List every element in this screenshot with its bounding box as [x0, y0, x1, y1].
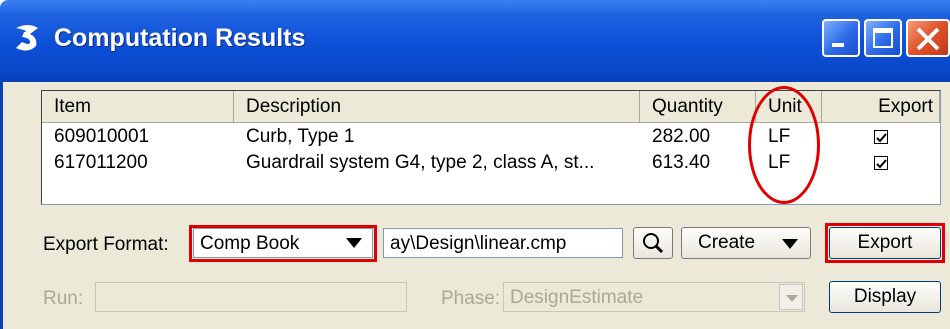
cell-quantity: 613.40 — [652, 152, 711, 173]
maximize-icon — [873, 28, 893, 48]
minimize-button[interactable] — [822, 19, 860, 57]
browse-button[interactable] — [633, 227, 673, 259]
export-highlight-box — [825, 223, 945, 263]
checkmark-icon — [876, 159, 887, 169]
close-icon — [916, 27, 940, 51]
export-checkbox[interactable] — [874, 130, 888, 144]
run-input[interactable] — [95, 282, 407, 312]
cell-description: Guardrail system G4, type 2, class A, st… — [246, 152, 595, 173]
cell-export — [822, 124, 940, 150]
phase-label: Phase: — [441, 288, 501, 309]
minimize-icon — [832, 43, 844, 47]
maximize-button[interactable] — [864, 19, 902, 57]
run-label: Run: — [43, 288, 84, 309]
file-path-value: ay\Design\linear.cmp — [390, 233, 567, 254]
close-button[interactable] — [906, 19, 950, 57]
header-description[interactable]: Description — [234, 91, 640, 123]
file-path-input[interactable]: ay\Design\linear.cmp — [383, 228, 623, 258]
phase-dropdown-button[interactable] — [779, 284, 803, 310]
header-item[interactable]: Item — [42, 91, 234, 123]
app-logo-icon — [16, 25, 38, 51]
search-icon — [643, 233, 664, 254]
title-bar[interactable]: Computation Results — [0, 0, 950, 82]
format-highlight-box — [189, 225, 377, 262]
cell-quantity: 282.00 — [652, 126, 711, 147]
phase-select[interactable]: DesignEstimate — [503, 282, 805, 312]
chevron-down-icon — [786, 295, 798, 302]
display-button[interactable]: Display — [829, 281, 941, 313]
create-label: Create — [698, 232, 756, 253]
export-format-label: Export Format: — [43, 234, 169, 255]
phase-value: DesignEstimate — [510, 287, 644, 308]
header-export[interactable]: Export — [822, 91, 940, 123]
unit-highlight-ellipse — [748, 86, 820, 204]
create-dropdown[interactable]: Create — [681, 227, 811, 259]
cell-description: Curb, Type 1 — [246, 126, 355, 147]
export-checkbox[interactable] — [874, 156, 888, 170]
cell-item: 609010001 — [54, 126, 150, 147]
header-quantity[interactable]: Quantity — [640, 91, 756, 123]
checkmark-icon — [876, 133, 887, 143]
cell-item: 617011200 — [54, 152, 148, 173]
window-title: Computation Results — [54, 24, 306, 52]
chevron-down-icon — [782, 239, 798, 249]
cell-export — [822, 150, 940, 176]
